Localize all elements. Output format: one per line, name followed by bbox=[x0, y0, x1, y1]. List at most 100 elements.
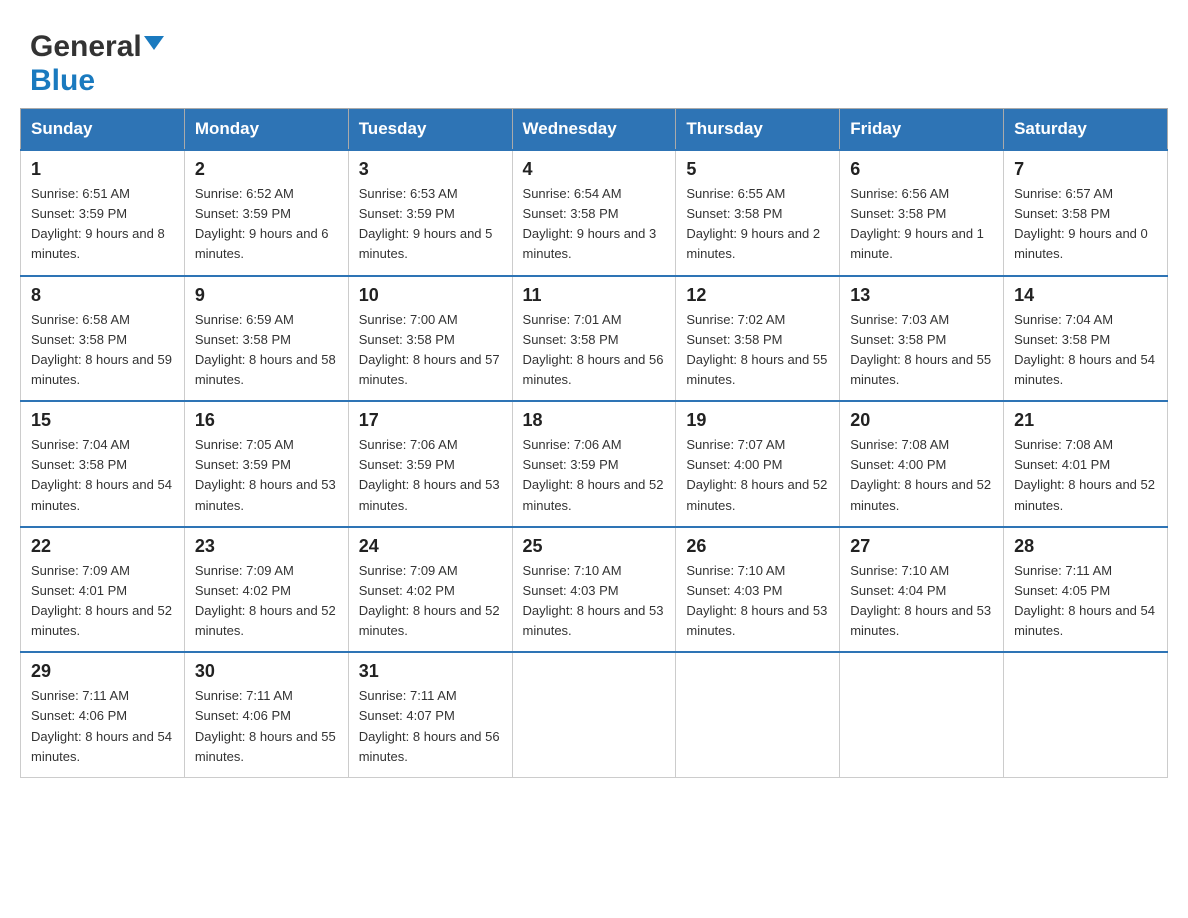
day-number: 28 bbox=[1014, 536, 1157, 557]
day-number: 19 bbox=[686, 410, 829, 431]
day-number: 13 bbox=[850, 285, 993, 306]
calendar-cell: 8 Sunrise: 6:58 AM Sunset: 3:58 PM Dayli… bbox=[21, 276, 185, 402]
day-info: Sunrise: 7:00 AM Sunset: 3:58 PM Dayligh… bbox=[359, 312, 500, 387]
calendar-cell: 7 Sunrise: 6:57 AM Sunset: 3:58 PM Dayli… bbox=[1004, 150, 1168, 276]
calendar-cell: 21 Sunrise: 7:08 AM Sunset: 4:01 PM Dayl… bbox=[1004, 401, 1168, 527]
calendar-cell bbox=[1004, 652, 1168, 777]
calendar-cell: 5 Sunrise: 6:55 AM Sunset: 3:58 PM Dayli… bbox=[676, 150, 840, 276]
day-number: 11 bbox=[523, 285, 666, 306]
day-info: Sunrise: 7:08 AM Sunset: 4:00 PM Dayligh… bbox=[850, 437, 991, 512]
day-number: 8 bbox=[31, 285, 174, 306]
calendar-cell: 18 Sunrise: 7:06 AM Sunset: 3:59 PM Dayl… bbox=[512, 401, 676, 527]
day-info: Sunrise: 7:02 AM Sunset: 3:58 PM Dayligh… bbox=[686, 312, 827, 387]
day-number: 6 bbox=[850, 159, 993, 180]
day-number: 26 bbox=[686, 536, 829, 557]
day-number: 14 bbox=[1014, 285, 1157, 306]
col-header-monday: Monday bbox=[184, 109, 348, 151]
day-info: Sunrise: 7:10 AM Sunset: 4:04 PM Dayligh… bbox=[850, 563, 991, 638]
logo-general-text: General bbox=[30, 30, 142, 64]
logo-blue-text: Blue bbox=[30, 64, 95, 97]
col-header-thursday: Thursday bbox=[676, 109, 840, 151]
day-info: Sunrise: 6:59 AM Sunset: 3:58 PM Dayligh… bbox=[195, 312, 336, 387]
day-info: Sunrise: 6:55 AM Sunset: 3:58 PM Dayligh… bbox=[686, 186, 820, 261]
col-header-tuesday: Tuesday bbox=[348, 109, 512, 151]
day-number: 22 bbox=[31, 536, 174, 557]
day-info: Sunrise: 6:53 AM Sunset: 3:59 PM Dayligh… bbox=[359, 186, 493, 261]
day-info: Sunrise: 7:04 AM Sunset: 3:58 PM Dayligh… bbox=[31, 437, 172, 512]
calendar-cell: 3 Sunrise: 6:53 AM Sunset: 3:59 PM Dayli… bbox=[348, 150, 512, 276]
day-info: Sunrise: 7:08 AM Sunset: 4:01 PM Dayligh… bbox=[1014, 437, 1155, 512]
day-number: 27 bbox=[850, 536, 993, 557]
day-info: Sunrise: 7:06 AM Sunset: 3:59 PM Dayligh… bbox=[523, 437, 664, 512]
day-number: 3 bbox=[359, 159, 502, 180]
calendar-cell: 13 Sunrise: 7:03 AM Sunset: 3:58 PM Dayl… bbox=[840, 276, 1004, 402]
calendar-cell: 14 Sunrise: 7:04 AM Sunset: 3:58 PM Dayl… bbox=[1004, 276, 1168, 402]
day-number: 24 bbox=[359, 536, 502, 557]
calendar-cell: 19 Sunrise: 7:07 AM Sunset: 4:00 PM Dayl… bbox=[676, 401, 840, 527]
day-number: 20 bbox=[850, 410, 993, 431]
calendar-cell: 16 Sunrise: 7:05 AM Sunset: 3:59 PM Dayl… bbox=[184, 401, 348, 527]
day-number: 5 bbox=[686, 159, 829, 180]
day-number: 30 bbox=[195, 661, 338, 682]
col-header-wednesday: Wednesday bbox=[512, 109, 676, 151]
calendar-cell: 30 Sunrise: 7:11 AM Sunset: 4:06 PM Dayl… bbox=[184, 652, 348, 777]
day-info: Sunrise: 7:01 AM Sunset: 3:58 PM Dayligh… bbox=[523, 312, 664, 387]
day-number: 18 bbox=[523, 410, 666, 431]
day-number: 21 bbox=[1014, 410, 1157, 431]
day-info: Sunrise: 6:52 AM Sunset: 3:59 PM Dayligh… bbox=[195, 186, 329, 261]
calendar-cell: 6 Sunrise: 6:56 AM Sunset: 3:58 PM Dayli… bbox=[840, 150, 1004, 276]
calendar-cell: 4 Sunrise: 6:54 AM Sunset: 3:58 PM Dayli… bbox=[512, 150, 676, 276]
calendar-table: SundayMondayTuesdayWednesdayThursdayFrid… bbox=[20, 108, 1168, 778]
day-number: 25 bbox=[523, 536, 666, 557]
calendar-cell bbox=[512, 652, 676, 777]
day-info: Sunrise: 7:10 AM Sunset: 4:03 PM Dayligh… bbox=[523, 563, 664, 638]
calendar-week-row: 22 Sunrise: 7:09 AM Sunset: 4:01 PM Dayl… bbox=[21, 527, 1168, 653]
day-number: 31 bbox=[359, 661, 502, 682]
calendar-cell: 29 Sunrise: 7:11 AM Sunset: 4:06 PM Dayl… bbox=[21, 652, 185, 777]
day-info: Sunrise: 6:57 AM Sunset: 3:58 PM Dayligh… bbox=[1014, 186, 1148, 261]
day-number: 9 bbox=[195, 285, 338, 306]
col-header-saturday: Saturday bbox=[1004, 109, 1168, 151]
calendar-week-row: 1 Sunrise: 6:51 AM Sunset: 3:59 PM Dayli… bbox=[21, 150, 1168, 276]
day-info: Sunrise: 7:11 AM Sunset: 4:07 PM Dayligh… bbox=[359, 688, 500, 763]
day-info: Sunrise: 7:11 AM Sunset: 4:06 PM Dayligh… bbox=[195, 688, 336, 763]
calendar-header-row: SundayMondayTuesdayWednesdayThursdayFrid… bbox=[21, 109, 1168, 151]
day-info: Sunrise: 7:07 AM Sunset: 4:00 PM Dayligh… bbox=[686, 437, 827, 512]
day-info: Sunrise: 7:06 AM Sunset: 3:59 PM Dayligh… bbox=[359, 437, 500, 512]
calendar-cell: 15 Sunrise: 7:04 AM Sunset: 3:58 PM Dayl… bbox=[21, 401, 185, 527]
day-number: 12 bbox=[686, 285, 829, 306]
calendar-cell: 17 Sunrise: 7:06 AM Sunset: 3:59 PM Dayl… bbox=[348, 401, 512, 527]
day-number: 10 bbox=[359, 285, 502, 306]
calendar-cell: 1 Sunrise: 6:51 AM Sunset: 3:59 PM Dayli… bbox=[21, 150, 185, 276]
day-number: 4 bbox=[523, 159, 666, 180]
day-info: Sunrise: 7:09 AM Sunset: 4:02 PM Dayligh… bbox=[359, 563, 500, 638]
calendar-cell: 27 Sunrise: 7:10 AM Sunset: 4:04 PM Dayl… bbox=[840, 527, 1004, 653]
calendar-cell: 12 Sunrise: 7:02 AM Sunset: 3:58 PM Dayl… bbox=[676, 276, 840, 402]
day-number: 23 bbox=[195, 536, 338, 557]
day-info: Sunrise: 7:11 AM Sunset: 4:05 PM Dayligh… bbox=[1014, 563, 1155, 638]
calendar-cell: 22 Sunrise: 7:09 AM Sunset: 4:01 PM Dayl… bbox=[21, 527, 185, 653]
calendar-cell bbox=[676, 652, 840, 777]
day-info: Sunrise: 6:58 AM Sunset: 3:58 PM Dayligh… bbox=[31, 312, 172, 387]
day-number: 1 bbox=[31, 159, 174, 180]
day-info: Sunrise: 7:09 AM Sunset: 4:02 PM Dayligh… bbox=[195, 563, 336, 638]
col-header-friday: Friday bbox=[840, 109, 1004, 151]
page-header: General Blue bbox=[20, 20, 1168, 98]
calendar-cell: 10 Sunrise: 7:00 AM Sunset: 3:58 PM Dayl… bbox=[348, 276, 512, 402]
day-info: Sunrise: 6:51 AM Sunset: 3:59 PM Dayligh… bbox=[31, 186, 165, 261]
day-info: Sunrise: 7:10 AM Sunset: 4:03 PM Dayligh… bbox=[686, 563, 827, 638]
calendar-week-row: 15 Sunrise: 7:04 AM Sunset: 3:58 PM Dayl… bbox=[21, 401, 1168, 527]
calendar-cell: 23 Sunrise: 7:09 AM Sunset: 4:02 PM Dayl… bbox=[184, 527, 348, 653]
calendar-cell: 24 Sunrise: 7:09 AM Sunset: 4:02 PM Dayl… bbox=[348, 527, 512, 653]
calendar-cell: 20 Sunrise: 7:08 AM Sunset: 4:00 PM Dayl… bbox=[840, 401, 1004, 527]
calendar-cell: 25 Sunrise: 7:10 AM Sunset: 4:03 PM Dayl… bbox=[512, 527, 676, 653]
day-number: 17 bbox=[359, 410, 502, 431]
day-info: Sunrise: 7:09 AM Sunset: 4:01 PM Dayligh… bbox=[31, 563, 172, 638]
day-info: Sunrise: 7:04 AM Sunset: 3:58 PM Dayligh… bbox=[1014, 312, 1155, 387]
day-info: Sunrise: 7:03 AM Sunset: 3:58 PM Dayligh… bbox=[850, 312, 991, 387]
col-header-sunday: Sunday bbox=[21, 109, 185, 151]
day-info: Sunrise: 6:54 AM Sunset: 3:58 PM Dayligh… bbox=[523, 186, 657, 261]
day-number: 2 bbox=[195, 159, 338, 180]
logo: General Blue bbox=[30, 30, 164, 98]
day-info: Sunrise: 7:05 AM Sunset: 3:59 PM Dayligh… bbox=[195, 437, 336, 512]
